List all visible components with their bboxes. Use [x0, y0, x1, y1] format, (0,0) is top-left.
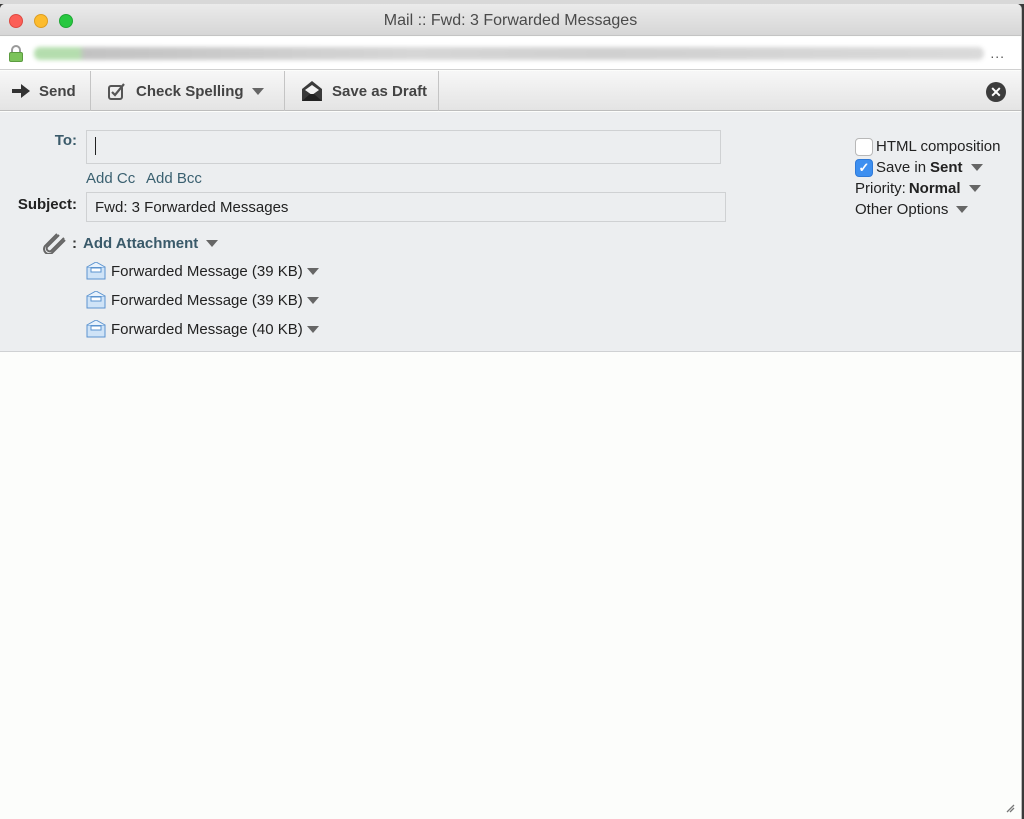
checkbox-pencil-icon [108, 82, 125, 100]
html-composition-label: HTML composition [876, 138, 1001, 155]
chevron-down-icon[interactable] [251, 87, 264, 95]
url-text-blurred [34, 47, 984, 60]
send-button[interactable]: Send [0, 71, 91, 111]
check-spelling-label: Check Spelling [136, 82, 244, 100]
attachment-colon: : [72, 234, 77, 252]
priority-label: Priority: [855, 180, 906, 197]
close-icon: ✕ [990, 83, 1002, 100]
chevron-down-icon[interactable] [306, 325, 319, 333]
forwarded-message-icon [86, 262, 106, 280]
attachment-label: Forwarded Message (40 KB) [111, 320, 303, 338]
url-bar[interactable]: ... [0, 37, 1021, 70]
other-options-label: Other Options [855, 201, 949, 218]
title-bar: Mail :: Fwd: 3 Forwarded Messages [0, 4, 1021, 36]
priority-option[interactable]: Priority: Normal [855, 178, 1000, 199]
other-options[interactable]: Other Options [855, 199, 1000, 220]
chevron-down-icon[interactable] [306, 267, 319, 275]
subject-input[interactable]: Fwd: 3 Forwarded Messages [86, 192, 726, 222]
save-folder-value: Sent [930, 159, 963, 176]
open-envelope-icon [302, 81, 322, 101]
attachment-row: : Add Attachment [42, 232, 219, 254]
paperclip-icon [43, 233, 66, 254]
attachment-item[interactable]: Forwarded Message (40 KB) [86, 320, 319, 338]
compose-options: HTML composition ✓ Save in Sent Priority… [855, 136, 1000, 220]
window-title: Mail :: Fwd: 3 Forwarded Messages [383, 12, 638, 29]
chevron-down-icon[interactable] [968, 185, 981, 192]
save-as-draft-button[interactable]: Save as Draft [285, 71, 439, 111]
chevron-down-icon[interactable] [306, 296, 319, 304]
html-composition-option[interactable]: HTML composition [855, 136, 1000, 157]
url-overflow-ellipsis: ... [990, 45, 1005, 61]
close-compose-button[interactable]: ✕ [986, 82, 1006, 102]
attachment-item[interactable]: Forwarded Message (39 KB) [86, 291, 319, 309]
forwarded-message-icon [86, 320, 106, 338]
add-cc-link[interactable]: Add Cc [86, 170, 135, 187]
send-label: Send [39, 82, 76, 100]
save-in-sent-checkbox[interactable]: ✓ [855, 158, 873, 177]
compose-toolbar: Send Check Spelling Save as Draft ✕ [0, 71, 1021, 111]
attachment-label: Forwarded Message (39 KB) [111, 262, 303, 280]
add-attachment-link[interactable]: Add Attachment [83, 235, 198, 252]
forwarded-message-icon [86, 291, 106, 309]
priority-value: Normal [908, 180, 961, 197]
attachment-label: Forwarded Message (39 KB) [111, 291, 303, 309]
lock-icon [9, 45, 23, 62]
compose-header: To: Add Cc Add Bcc Subject: Fwd: 3 Forwa… [0, 112, 1021, 352]
text-cursor [95, 137, 96, 156]
to-input[interactable] [86, 130, 721, 164]
html-composition-checkbox[interactable] [855, 137, 873, 156]
save-in-label: Save in [876, 159, 927, 176]
resize-grip-icon[interactable] [1005, 803, 1015, 813]
save-in-sent-option[interactable]: ✓ Save in Sent [855, 157, 1000, 178]
attachment-item[interactable]: Forwarded Message (39 KB) [86, 262, 319, 280]
subject-label: Subject: [17, 196, 77, 213]
arrow-right-icon [12, 84, 30, 98]
chevron-down-icon[interactable] [956, 206, 969, 213]
mail-compose-window: Mail :: Fwd: 3 Forwarded Messages ... Se… [0, 4, 1022, 819]
check-spelling-button[interactable]: Check Spelling [91, 71, 285, 111]
save-as-draft-label: Save as Draft [332, 82, 428, 100]
chevron-down-icon[interactable] [206, 239, 219, 247]
message-body-editor[interactable] [0, 353, 1021, 819]
to-label: To: [54, 132, 77, 149]
chevron-down-icon[interactable] [970, 164, 983, 171]
add-bcc-link[interactable]: Add Bcc [146, 170, 202, 187]
